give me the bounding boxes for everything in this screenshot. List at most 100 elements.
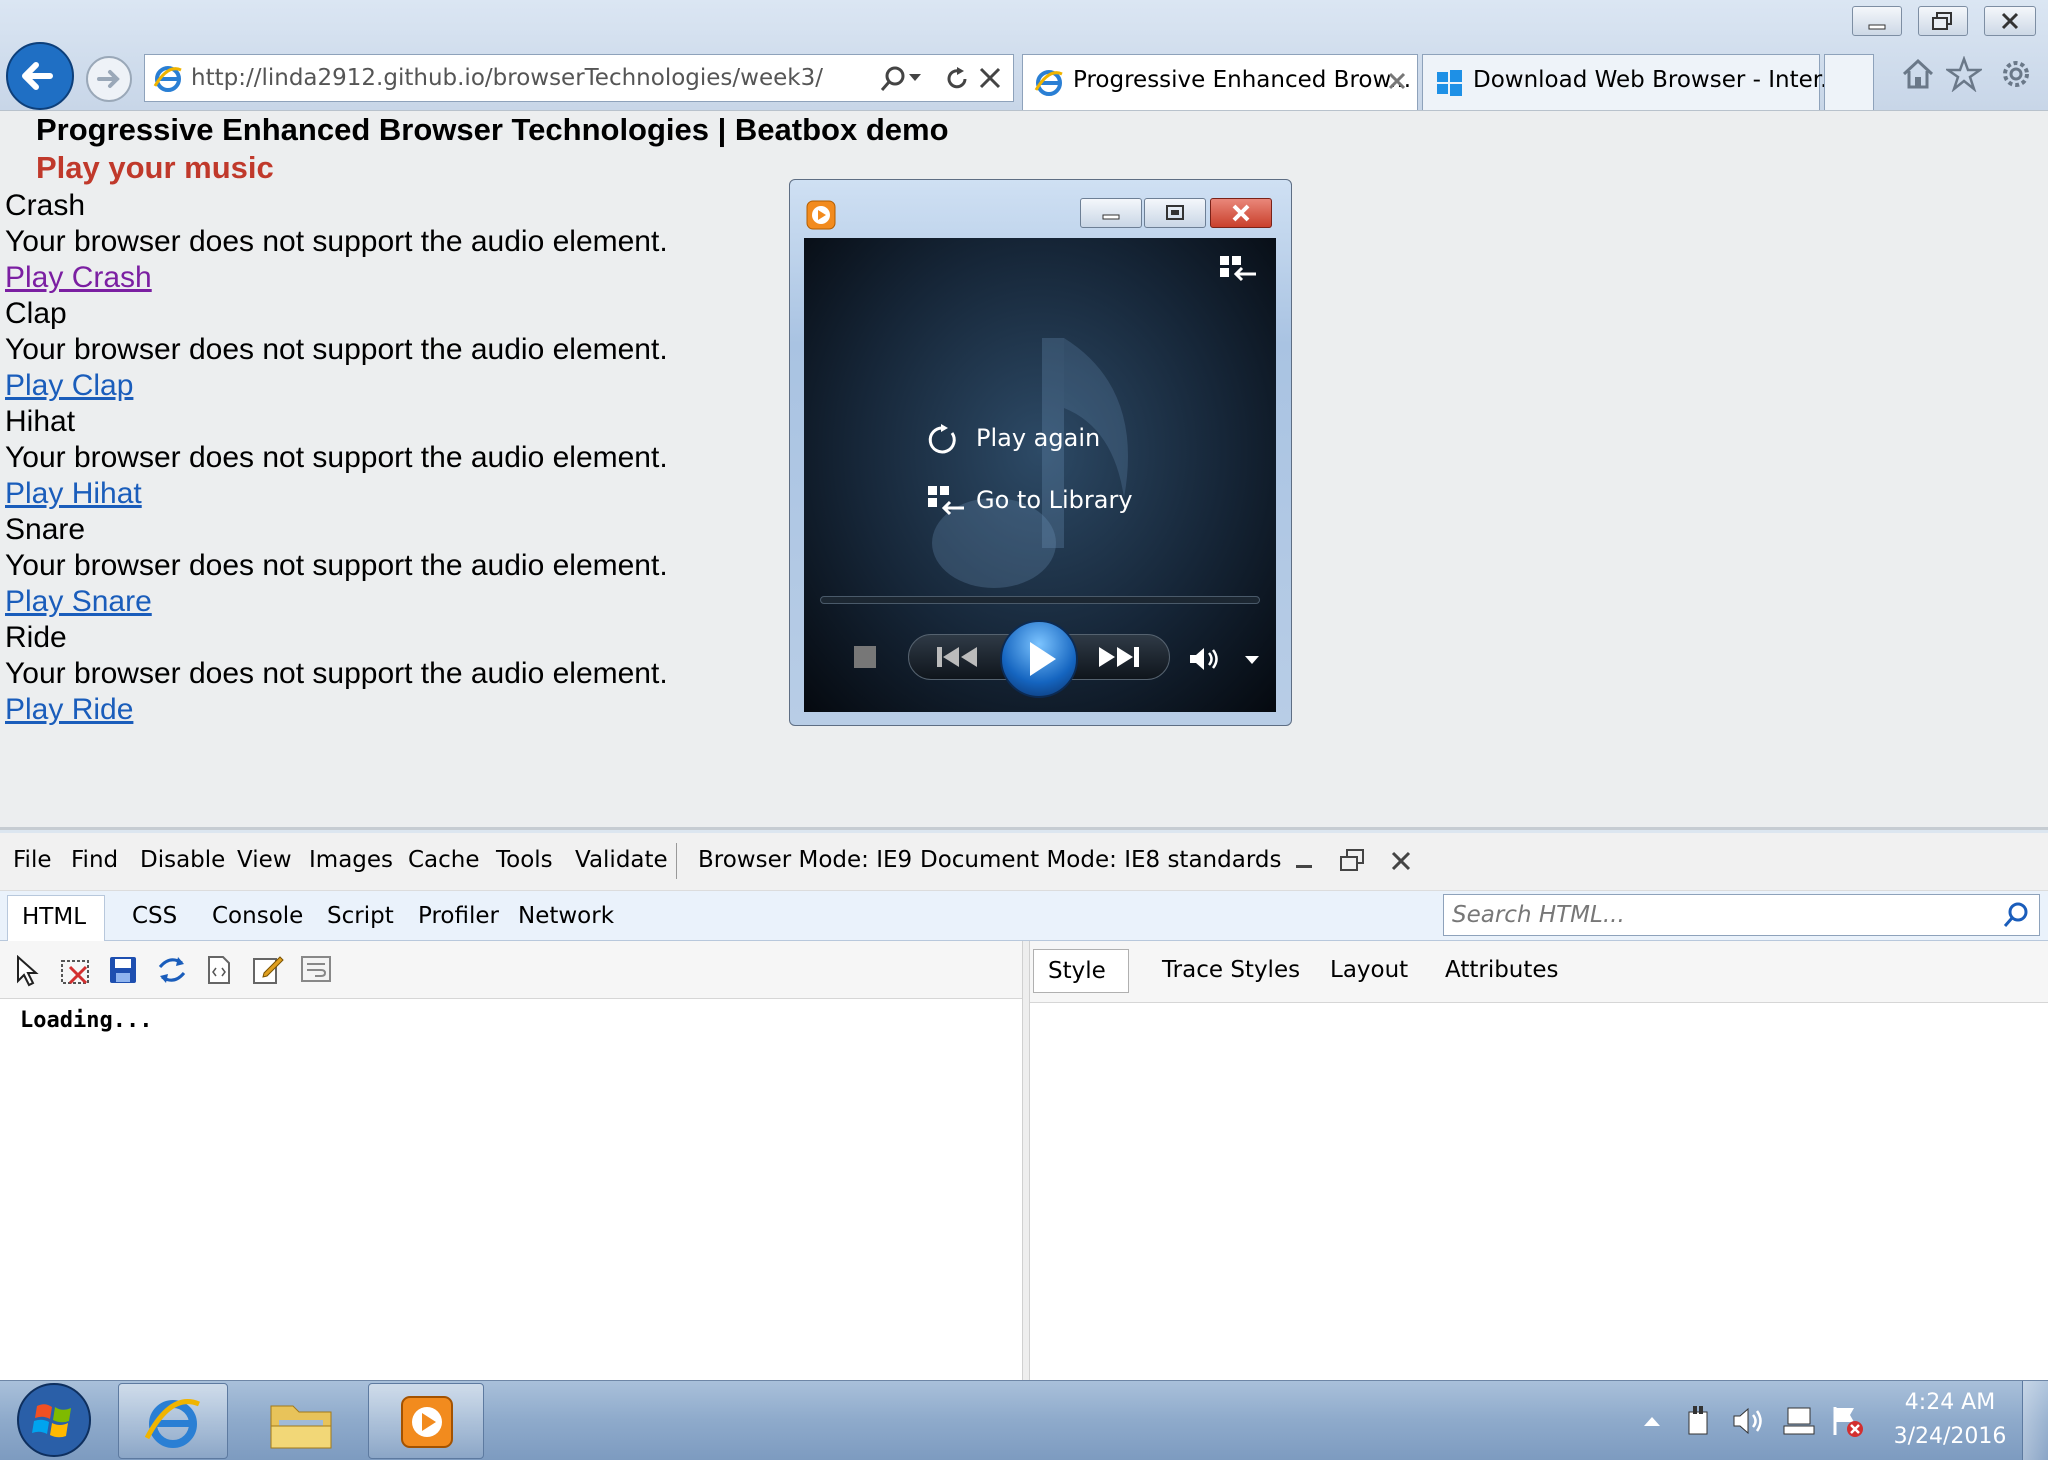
pane-splitter[interactable] bbox=[1022, 941, 1030, 1381]
document-mode-menu[interactable]: Document Mode: IE8 standards bbox=[920, 847, 1281, 873]
volume-dropdown-icon[interactable] bbox=[1244, 654, 1260, 666]
menu-images[interactable]: Images bbox=[309, 847, 393, 873]
menu-view[interactable]: View bbox=[237, 847, 292, 873]
tab-label: HTML bbox=[22, 904, 87, 930]
media-player-screen: Play again Go to Library bbox=[804, 238, 1276, 712]
wmp-restore-button[interactable] bbox=[1144, 198, 1206, 228]
audio-fallback-text: Your browser does not support the audio … bbox=[5, 657, 668, 690]
wmp-close-button[interactable] bbox=[1210, 198, 1272, 228]
home-icon[interactable] bbox=[1900, 56, 1936, 92]
sound-name: Clap bbox=[5, 297, 67, 330]
minimize-button[interactable] bbox=[1852, 6, 1902, 36]
forward-button[interactable] bbox=[84, 54, 134, 104]
search-icon[interactable] bbox=[2002, 901, 2030, 929]
style-pane-tabs: Style Trace Styles Layout Attributes bbox=[1030, 941, 2048, 1003]
action-center-flag-icon[interactable] bbox=[1830, 1404, 1864, 1438]
audio-fallback-text: Your browser does not support the audio … bbox=[5, 549, 668, 582]
play-again-icon[interactable] bbox=[926, 423, 960, 457]
devtools-close-icon[interactable] bbox=[1389, 849, 1413, 873]
power-icon[interactable] bbox=[1684, 1404, 1714, 1438]
save-icon[interactable] bbox=[108, 955, 138, 985]
menu-disable[interactable]: Disable bbox=[140, 847, 225, 873]
menu-tools[interactable]: Tools bbox=[496, 847, 553, 873]
switch-to-library-icon[interactable] bbox=[1218, 254, 1258, 288]
play-snare-link[interactable]: Play Snare bbox=[5, 585, 152, 619]
folder-icon bbox=[269, 1396, 333, 1450]
previous-button[interactable] bbox=[908, 634, 1012, 680]
ie-tab-icon bbox=[1033, 67, 1065, 99]
stop-icon[interactable] bbox=[977, 65, 1003, 91]
taskbar-explorer-button[interactable] bbox=[244, 1383, 354, 1459]
refresh-dom-icon[interactable] bbox=[156, 955, 188, 985]
play-again-link[interactable]: Play again bbox=[976, 424, 1100, 452]
play-clap-link[interactable]: Play Clap bbox=[5, 369, 133, 403]
windows-logo-icon bbox=[1435, 69, 1463, 97]
back-button[interactable] bbox=[4, 40, 76, 112]
gear-icon[interactable] bbox=[1998, 56, 2034, 92]
taskbar-media-player-button[interactable] bbox=[368, 1383, 484, 1459]
refresh-icon[interactable] bbox=[943, 65, 971, 93]
tab-console[interactable]: Console bbox=[212, 903, 303, 929]
show-hidden-icons-icon[interactable] bbox=[1642, 1414, 1662, 1428]
select-element-icon[interactable] bbox=[14, 955, 42, 987]
dropdown-arrow-icon[interactable] bbox=[907, 71, 923, 85]
tab-profiler[interactable]: Profiler bbox=[418, 903, 499, 929]
next-button[interactable] bbox=[1066, 634, 1170, 680]
address-bar[interactable]: http://linda2912.github.io/browserTechno… bbox=[144, 54, 1014, 102]
tab-label: Style bbox=[1048, 958, 1106, 984]
start-button[interactable] bbox=[12, 1380, 96, 1460]
menu-validate[interactable]: Validate bbox=[575, 847, 668, 873]
tab-title: Progressive Enhanced Brow... bbox=[1073, 67, 1412, 93]
favorites-star-icon[interactable] bbox=[1946, 56, 1982, 92]
address-text[interactable]: http://linda2912.github.io/browserTechno… bbox=[191, 65, 823, 91]
tab-script[interactable]: Script bbox=[327, 903, 394, 929]
menu-find[interactable]: Find bbox=[71, 847, 118, 873]
close-button[interactable] bbox=[1984, 6, 2036, 36]
seek-bar[interactable] bbox=[820, 596, 1260, 604]
go-to-library-link[interactable]: Go to Library bbox=[976, 486, 1133, 514]
tab-html[interactable]: HTML bbox=[7, 895, 105, 942]
search-icon[interactable] bbox=[879, 65, 907, 93]
devtools-menu-bar: File Find Disable View Images Cache Tool… bbox=[0, 833, 2048, 891]
play-ride-link[interactable]: Play Ride bbox=[5, 693, 133, 727]
clock-time[interactable]: 4:24 AM bbox=[1890, 1390, 2010, 1415]
clear-outlines-icon[interactable] bbox=[60, 957, 92, 987]
stop-button[interactable] bbox=[854, 646, 876, 668]
media-player-icon bbox=[399, 1394, 455, 1450]
library-icon[interactable] bbox=[926, 484, 966, 518]
browser-mode-menu[interactable]: Browser Mode: IE9 bbox=[698, 847, 912, 873]
tab-style[interactable]: Style bbox=[1033, 949, 1129, 993]
edit-icon[interactable] bbox=[252, 953, 284, 985]
tab-network[interactable]: Network bbox=[518, 903, 614, 929]
taskbar-ie-button[interactable] bbox=[118, 1383, 228, 1459]
tab-trace-styles[interactable]: Trace Styles bbox=[1162, 957, 1300, 983]
tab-active[interactable]: Progressive Enhanced Brow... bbox=[1022, 54, 1418, 110]
tab-inactive[interactable]: Download Web Browser - Inter... bbox=[1422, 54, 1842, 110]
play-button[interactable] bbox=[1000, 620, 1078, 698]
play-crash-link[interactable]: Play Crash bbox=[5, 261, 152, 295]
tab-layout[interactable]: Layout bbox=[1330, 957, 1408, 983]
network-icon[interactable] bbox=[1782, 1404, 1816, 1438]
devtools-undock-icon[interactable] bbox=[1338, 847, 1368, 875]
devtools-minimize-icon[interactable] bbox=[1294, 853, 1316, 873]
sound-name: Crash bbox=[5, 189, 86, 222]
ie-page-icon bbox=[153, 64, 183, 94]
word-wrap-icon[interactable] bbox=[300, 955, 332, 983]
audio-fallback-text: Your browser does not support the audio … bbox=[5, 225, 668, 258]
restore-button[interactable] bbox=[1918, 6, 1968, 36]
show-desktop-button[interactable] bbox=[2022, 1381, 2048, 1460]
search-html-input[interactable]: Search HTML... bbox=[1443, 894, 2040, 936]
tab-close-icon[interactable] bbox=[1387, 71, 1407, 91]
wmp-minimize-button[interactable] bbox=[1080, 198, 1142, 228]
menu-cache[interactable]: Cache bbox=[408, 847, 480, 873]
element-source-icon[interactable] bbox=[206, 955, 232, 985]
clock-date[interactable]: 3/24/2016 bbox=[1890, 1424, 2010, 1449]
play-hihat-link[interactable]: Play Hihat bbox=[5, 477, 142, 511]
menu-file[interactable]: File bbox=[13, 847, 52, 873]
volume-icon[interactable] bbox=[1732, 1406, 1766, 1436]
volume-icon[interactable] bbox=[1188, 646, 1224, 672]
tab-attributes[interactable]: Attributes bbox=[1445, 957, 1559, 983]
tab-css[interactable]: CSS bbox=[132, 903, 177, 929]
sound-name: Snare bbox=[5, 513, 86, 546]
new-tab-button[interactable] bbox=[1824, 54, 1874, 110]
